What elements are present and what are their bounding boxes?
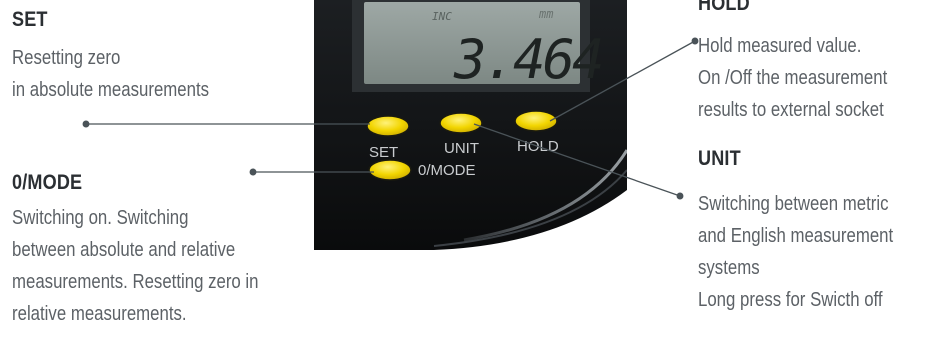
device-illustration: INC mm 3.464 SET UNIT HOLD 0/MODE [314,0,627,250]
unit-description-line: Switching between metric [698,193,889,215]
lcd-indicator-mm: mm [538,7,553,21]
hold-description-line: On /Off the measurement [698,67,888,89]
set-description: Resetting zero in absolute measurements [12,42,209,106]
unit-description-line: and English measurement [698,225,894,247]
set-description-line: in absolute measurements [12,79,210,101]
set-title: SET [12,8,48,31]
set-button-key[interactable] [366,115,410,137]
set-description-line: Resetting zero [12,47,121,69]
set-button-label: SET [369,144,398,161]
mode-description: Switching on. Switching between absolute… [12,202,259,330]
mode-description-line: between absolute and relative [12,239,236,261]
unit-leader-dot [676,192,684,200]
hold-title: HOLD [698,0,750,15]
unit-button-key[interactable] [439,112,483,134]
lcd-indicator-inc: INC [432,10,452,23]
device-photo: INC mm 3.464 SET UNIT HOLD 0/MODE [314,0,627,250]
lcd-reading: 3.464 [453,28,602,91]
unit-description-line: Long press for Swicth off [698,289,883,311]
mode-title: 0/MODE [12,171,83,194]
hold-button-label: HOLD [517,138,559,155]
unit-title: UNIT [698,147,741,170]
mode-button-key[interactable] [368,159,412,181]
unit-description-line: systems [698,257,760,279]
hold-button-key[interactable] [514,110,558,132]
set-leader-dot [82,120,90,128]
hold-leader-dot [691,37,699,45]
mode-description-line: relative measurements. [12,303,187,325]
hold-description-line: results to external socket [698,99,884,121]
hold-description: Hold measured value. On /Off the measure… [698,30,887,126]
mode-description-line: measurements. Resetting zero in [12,271,259,293]
mode-leader-dot [249,168,257,176]
mode-description-line: Switching on. Switching [12,207,189,229]
unit-button-label: UNIT [444,140,479,157]
unit-description: Switching between metric and English mea… [698,188,893,316]
hold-description-line: Hold measured value. [698,35,862,57]
mode-button-label: 0/MODE [418,162,476,179]
